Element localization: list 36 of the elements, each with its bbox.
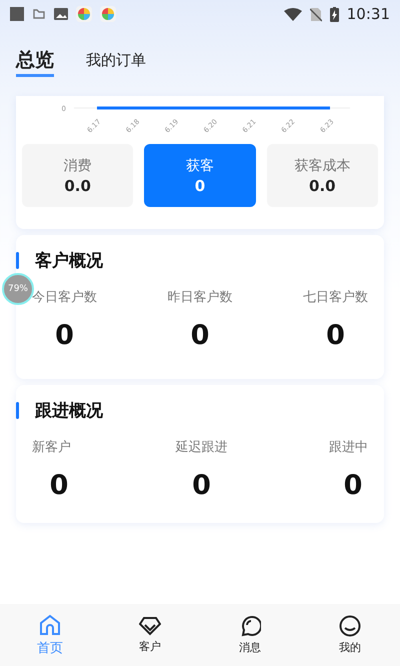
stat-label: 新客户 — [32, 439, 71, 456]
metric-tile[interactable]: 获客成本 0.0 — [266, 144, 378, 207]
stat-label: 延迟跟进 — [176, 439, 228, 456]
stat-value: 0 — [342, 470, 364, 501]
chat-icon — [239, 615, 261, 637]
stat-label: 今日客户数 — [32, 289, 97, 306]
nav-item[interactable]: 消息 — [220, 615, 280, 655]
tab[interactable]: 总览 — [16, 47, 54, 77]
app-icon — [100, 6, 116, 22]
smiley-icon — [339, 615, 361, 637]
square-icon — [10, 7, 24, 21]
stat-value: 0 — [48, 470, 70, 501]
section-title: 跟进概况 — [35, 400, 103, 422]
battery-icon — [330, 6, 339, 22]
accent-bar — [16, 252, 19, 269]
stat-label: 七日客户数 — [303, 289, 368, 306]
diamond-icon — [139, 616, 161, 636]
metric-tile[interactable]: 消费 0.0 — [22, 144, 134, 207]
stat-value: 0 — [54, 320, 75, 351]
stat-value: 0 — [190, 320, 210, 351]
stat-label: 跟进中 — [329, 439, 368, 456]
app-icon — [76, 6, 92, 22]
image-icon — [54, 8, 68, 20]
accent-bar — [16, 402, 19, 419]
metric-tile[interactable]: 获客 0 — [144, 144, 256, 207]
wifi-icon — [284, 8, 302, 20]
section-title: 客户概况 — [35, 250, 103, 272]
nav-item[interactable]: 我的 — [320, 615, 380, 655]
tab[interactable]: 我的订单 — [86, 50, 146, 74]
nav-item[interactable]: 客户 — [120, 616, 180, 654]
no-sim-icon — [310, 6, 322, 22]
stat-value: 0 — [325, 320, 346, 351]
status-time: 10:31 — [346, 5, 390, 23]
stat-value: 0 — [191, 470, 212, 501]
home-icon — [39, 614, 61, 636]
stat-label: 昨日客户数 — [168, 289, 232, 306]
